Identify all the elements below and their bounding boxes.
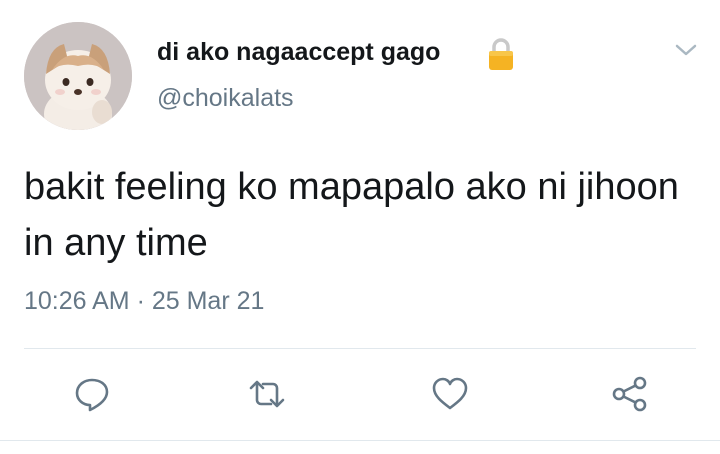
retweet-button[interactable] [247, 374, 287, 414]
avatar[interactable] [24, 22, 132, 130]
reply-button[interactable] [72, 374, 112, 414]
heart-icon [432, 377, 468, 410]
display-name[interactable]: di ako nagaaccept gago [157, 38, 440, 67]
like-button[interactable] [430, 374, 470, 414]
share-button[interactable] [610, 374, 650, 414]
divider [24, 348, 696, 349]
tweet-text: bakit feeling ko mapapalo ako ni jihoon … [24, 166, 679, 264]
plush-dog-avatar-image [24, 22, 132, 130]
divider-bottom [0, 440, 720, 441]
comment-icon [75, 378, 109, 412]
retweet-icon [249, 380, 285, 408]
user-handle[interactable]: @choikalats [157, 84, 294, 113]
tweet-timestamp[interactable]: 10:26 AM · 25 Mar 21 [24, 287, 264, 316]
lock-icon [484, 37, 518, 71]
chevron-down-icon[interactable] [672, 40, 700, 60]
share-icon [612, 376, 647, 412]
